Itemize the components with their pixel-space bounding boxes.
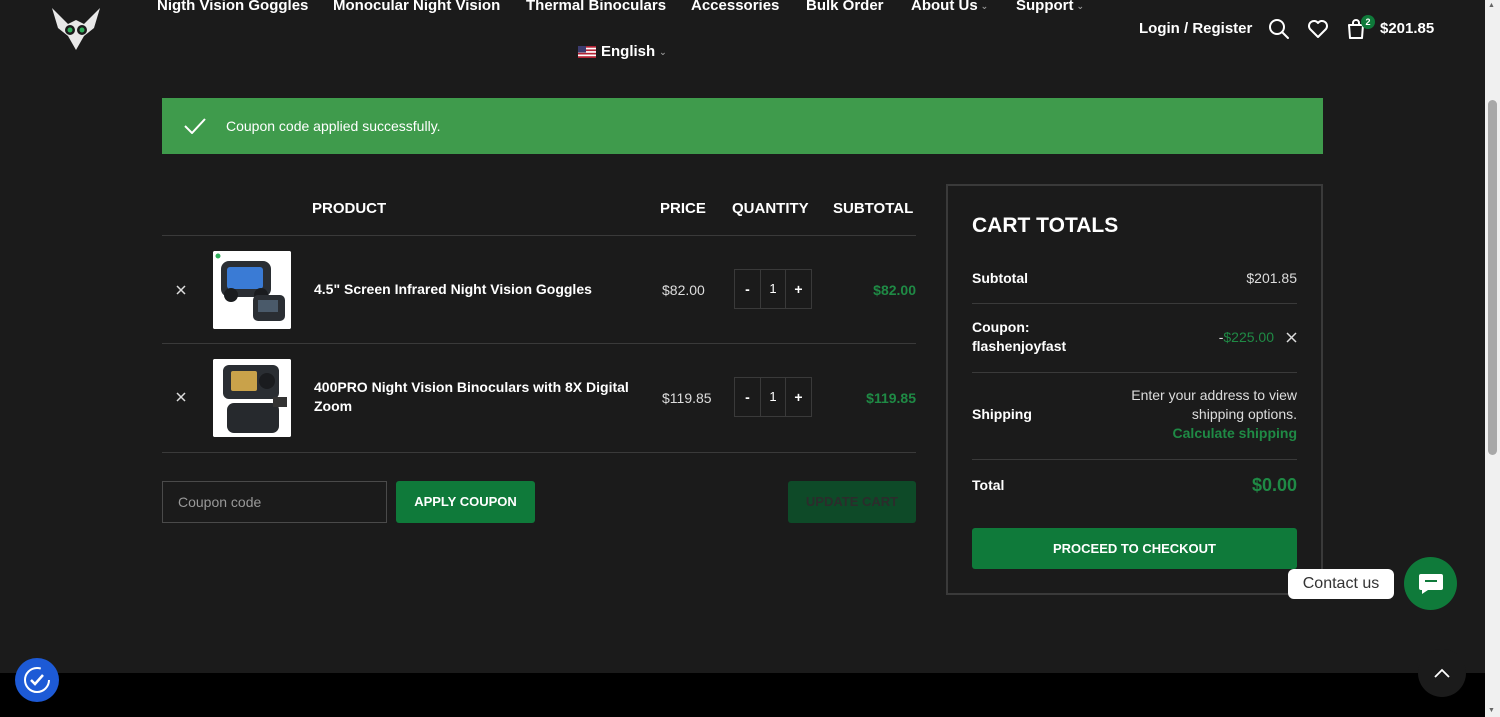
coupon-discount: -$225.00 (1219, 328, 1274, 347)
language-label: English (601, 43, 656, 60)
checkmark-icon (184, 118, 206, 134)
coupon-discount-amount: $225.00 (1223, 329, 1274, 345)
notice-message: Coupon code applied successfully. (226, 118, 441, 134)
nav-label: About Us (911, 0, 978, 14)
remove-coupon-icon[interactable] (1285, 331, 1298, 344)
update-cart-button[interactable]: Update Cart (788, 481, 916, 523)
accessibility-button[interactable] (15, 658, 59, 702)
contact-us-label[interactable]: Contact us (1288, 569, 1394, 599)
product-price: $119.85 (662, 390, 712, 406)
us-flag-icon (578, 46, 596, 58)
scroll-down-arrow-icon[interactable]: ▼ (1488, 707, 1495, 714)
subtotal-label: Subtotal (972, 270, 1028, 286)
nav-item-accessories[interactable]: Accessories (691, 0, 779, 16)
totals-divider (972, 303, 1297, 304)
wishlist-heart-icon[interactable] (1306, 17, 1330, 41)
chevron-down-icon: ⌄ (980, 1, 989, 12)
column-header-quantity: Quantity (732, 200, 809, 217)
column-header-product: Product (312, 200, 387, 217)
chat-bubble-icon (1418, 573, 1443, 594)
cart-count-badge: 2 (1361, 15, 1375, 29)
search-icon[interactable] (1267, 17, 1291, 41)
nav-item-thermal-binoculars[interactable]: Thermal Binoculars (526, 0, 666, 16)
nav-item-support[interactable]: Support ⌄ (1016, 0, 1084, 16)
apply-coupon-button[interactable]: Apply Coupon (396, 481, 535, 523)
proceed-to-checkout-button[interactable]: Proceed to Checkout (972, 528, 1297, 569)
total-value: $0.00 (1251, 475, 1297, 495)
coupon-code-name: flashenjoyfast (972, 338, 1067, 354)
nav-item-monocular-night-vision[interactable]: Monocular Night Vision (333, 0, 500, 16)
remove-item-icon[interactable] (174, 390, 188, 404)
nav-label: Monocular Night Vision (333, 0, 501, 14)
nav-label: Bulk Order (806, 0, 884, 14)
table-divider (162, 452, 916, 453)
scroll-up-arrow-icon[interactable]: ▲ (1488, 2, 1495, 9)
table-divider (162, 343, 916, 344)
quantity-increase-button[interactable]: + (786, 270, 811, 308)
product-name-link[interactable]: 400PRO Night Vision Binoculars with 8X D… (314, 378, 634, 416)
shipping-label: Shipping (972, 406, 1032, 422)
quantity-stepper: - 1 + (734, 377, 812, 417)
nav-label: Accessories (691, 0, 780, 14)
product-thumbnail[interactable] (213, 359, 291, 437)
coupon-code-input[interactable] (162, 481, 387, 523)
footer-band (0, 673, 1485, 717)
coupon-label: Coupon: (972, 319, 1030, 335)
nav-label: Support (1016, 0, 1074, 14)
chevron-down-icon: ⌄ (659, 47, 667, 57)
product-thumbnail[interactable] (213, 251, 291, 329)
calculate-shipping-link[interactable]: Calculate shipping (1173, 424, 1297, 443)
scrollbar-thumb[interactable] (1488, 100, 1497, 455)
line-subtotal: $82.00 (873, 282, 916, 298)
quantity-stepper: - 1 + (734, 269, 812, 309)
quantity-decrease-button[interactable]: - (735, 378, 760, 416)
login-register-link[interactable]: Login / Register (1139, 19, 1252, 39)
column-header-subtotal: Subtotal (833, 200, 914, 217)
quantity-input[interactable]: 1 (760, 378, 786, 416)
scroll-to-top-button[interactable] (1418, 649, 1466, 697)
quantity-input[interactable]: 1 (760, 270, 786, 308)
chevron-up-icon (1434, 668, 1450, 678)
contact-chat-button[interactable] (1404, 557, 1457, 610)
product-price: $82.00 (662, 282, 705, 298)
column-header-price: Price (660, 200, 706, 217)
language-selector[interactable]: English ⌄ (578, 42, 667, 62)
shipping-note-line-2: shipping options. (1191, 406, 1297, 422)
totals-divider (972, 372, 1297, 373)
nav-item-bulk-order[interactable]: Bulk Order (806, 0, 884, 16)
accessibility-icon (24, 667, 50, 693)
nav-label: Thermal Binoculars (526, 0, 667, 14)
nav-item-night-vision-goggles[interactable]: Nigth Vision Goggles (157, 0, 308, 16)
totals-divider (972, 459, 1297, 460)
shipping-note-line-1: Enter your address to view (1131, 387, 1297, 403)
quantity-decrease-button[interactable]: - (735, 270, 760, 308)
chevron-down-icon: ⌄ (1076, 1, 1085, 12)
product-name-link[interactable]: 4.5" Screen Infrared Night Vision Goggle… (314, 280, 634, 299)
total-label: Total (972, 477, 1005, 493)
subtotal-value: $201.85 (1246, 270, 1297, 286)
nav-label: Nigth Vision Goggles (157, 0, 309, 14)
line-subtotal: $119.85 (866, 390, 916, 406)
nav-item-about-us[interactable]: About Us ⌄ (911, 0, 988, 16)
header-cart-total[interactable]: $201.85 (1380, 19, 1434, 39)
cart-totals-title: Cart Totals (972, 214, 1119, 237)
main-nav: Nigth Vision Goggles Monocular Night Vis… (0, 0, 1130, 20)
table-divider (162, 235, 916, 236)
quantity-increase-button[interactable]: + (786, 378, 811, 416)
success-notice: Coupon code applied successfully. (162, 98, 1323, 154)
remove-item-icon[interactable] (174, 283, 188, 297)
